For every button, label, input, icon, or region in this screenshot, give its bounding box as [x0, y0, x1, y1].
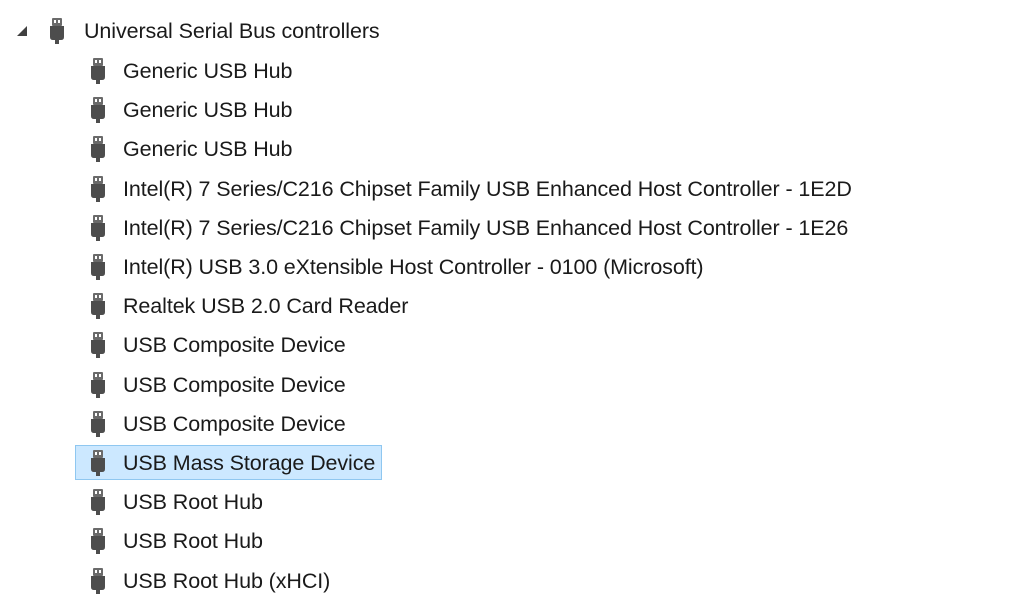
- usb-plug-icon: [87, 96, 109, 124]
- usb-plug-icon: [87, 214, 109, 242]
- usb-plug-icon: [87, 292, 109, 320]
- device-label: Intel(R) 7 Series/C216 Chipset Family US…: [123, 215, 849, 240]
- device-label: USB Mass Storage Device: [123, 450, 376, 475]
- device-item[interactable]: USB Composite Device: [75, 406, 353, 441]
- device-label: Generic USB Hub: [123, 97, 293, 122]
- device-label: Intel(R) USB 3.0 eXtensible Host Control…: [123, 254, 704, 279]
- device-item[interactable]: Intel(R) USB 3.0 eXtensible Host Control…: [75, 249, 711, 284]
- device-item[interactable]: Intel(R) 7 Series/C216 Chipset Family US…: [75, 171, 859, 206]
- device-label: Realtek USB 2.0 Card Reader: [123, 293, 409, 318]
- usb-plug-icon: [87, 449, 109, 477]
- device-item[interactable]: USB Composite Device: [75, 327, 353, 362]
- device-item[interactable]: USB Mass Storage Device: [75, 445, 383, 480]
- device-label: USB Root Hub: [123, 489, 263, 514]
- usb-plug-icon: [87, 57, 109, 85]
- collapse-triangle-icon[interactable]: [14, 23, 30, 39]
- usb-plug-icon: [46, 17, 68, 45]
- device-label: Generic USB Hub: [123, 136, 293, 161]
- category-usb-controllers[interactable]: Universal Serial Bus controllers: [14, 13, 380, 48]
- device-label: USB Composite Device: [123, 372, 346, 397]
- usb-plug-icon: [87, 253, 109, 281]
- device-label: USB Root Hub (xHCI): [123, 568, 331, 593]
- usb-plug-icon: [87, 331, 109, 359]
- device-label: USB Composite Device: [123, 332, 346, 357]
- usb-plug-icon: [87, 175, 109, 203]
- device-item[interactable]: USB Root Hub: [75, 484, 270, 519]
- device-label: Intel(R) 7 Series/C216 Chipset Family US…: [123, 176, 852, 201]
- usb-plug-icon: [87, 410, 109, 438]
- category-label: Universal Serial Bus controllers: [84, 18, 380, 43]
- device-item[interactable]: USB Composite Device: [75, 367, 353, 402]
- device-item[interactable]: USB Root Hub (xHCI): [75, 563, 337, 598]
- usb-plug-icon: [87, 488, 109, 516]
- device-item[interactable]: Intel(R) 7 Series/C216 Chipset Family US…: [75, 210, 855, 245]
- device-item[interactable]: Generic USB Hub: [75, 53, 299, 88]
- device-item[interactable]: Generic USB Hub: [75, 92, 299, 127]
- device-item[interactable]: USB Root Hub: [75, 523, 270, 558]
- device-label: USB Composite Device: [123, 411, 346, 436]
- device-label: Generic USB Hub: [123, 58, 293, 83]
- usb-plug-icon: [87, 371, 109, 399]
- usb-plug-icon: [87, 527, 109, 555]
- usb-plug-icon: [87, 567, 109, 595]
- device-label: USB Root Hub: [123, 528, 263, 553]
- device-item[interactable]: Generic USB Hub: [75, 131, 299, 166]
- device-item[interactable]: Realtek USB 2.0 Card Reader: [75, 288, 415, 323]
- usb-plug-icon: [87, 135, 109, 163]
